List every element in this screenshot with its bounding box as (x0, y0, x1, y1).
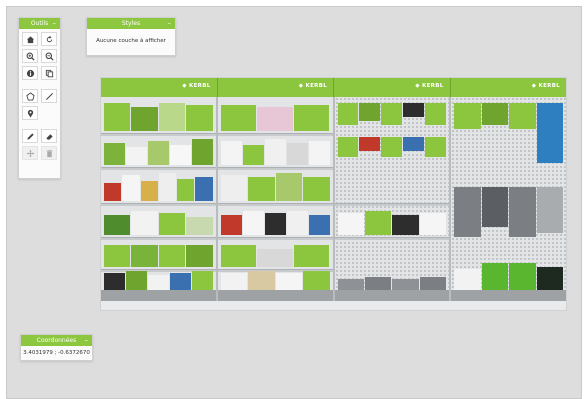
zoom-out-button[interactable] (41, 49, 57, 63)
pencil-button[interactable] (22, 129, 38, 143)
shelf-bay (334, 97, 452, 301)
shelf-bays (101, 97, 566, 301)
brand-logo: ◆ KERBL (182, 83, 211, 89)
refresh-button[interactable] (41, 32, 57, 46)
shelf-image: ◆ KERBL ◆ KERBL ◆ KERBL ◆ KERBL (100, 77, 567, 311)
polygon-icon (25, 91, 35, 101)
coordinates-panel-title: Coordonnées (36, 337, 77, 344)
coordinates-value: 3.4031979 ; -0.6372670 (23, 350, 90, 356)
home-button[interactable] (22, 32, 38, 46)
zoom-in-icon (26, 52, 35, 61)
eraser-icon (45, 133, 53, 140)
coordinates-panel: Coordonnées – 3.4031979 ; -0.6372670 (20, 334, 93, 361)
shelf-bay (451, 97, 566, 301)
styles-empty-message: Aucune couche à afficher (96, 38, 166, 44)
copy-icon (45, 69, 53, 77)
refresh-icon (46, 35, 52, 42)
collapse-coordinates-button[interactable]: – (85, 335, 89, 346)
marker-button[interactable] (22, 106, 38, 120)
polygon-button[interactable] (22, 89, 38, 103)
zoom-in-button[interactable] (22, 49, 38, 63)
brand-logo: ◆ KERBL (531, 83, 560, 89)
pencil-icon (26, 132, 34, 140)
collapse-styles-button[interactable]: – (168, 18, 172, 29)
move-button[interactable] (22, 146, 38, 160)
tools-panel: Outils – (18, 17, 61, 179)
trash-icon (46, 149, 52, 157)
coordinates-panel-header[interactable]: Coordonnées – (21, 335, 92, 346)
styles-panel: Styles – Aucune couche à afficher (86, 17, 176, 56)
line-button[interactable] (41, 89, 57, 103)
copy-button[interactable] (41, 66, 57, 80)
brand-logo: ◆ KERBL (298, 83, 327, 89)
zoom-out-icon (45, 52, 54, 61)
styles-panel-title: Styles (121, 20, 141, 27)
home-icon (26, 35, 34, 43)
styles-panel-header[interactable]: Styles – (87, 18, 175, 29)
line-icon (45, 92, 53, 100)
trash-button[interactable] (41, 146, 57, 160)
tools-panel-title: Outils (30, 20, 49, 27)
collapse-tools-button[interactable]: – (53, 18, 57, 29)
shelf-bay (101, 97, 218, 301)
eraser-button[interactable] (41, 129, 57, 143)
shelf-bay (217, 97, 335, 301)
brand-logo: ◆ KERBL (415, 83, 444, 89)
shelf-header: ◆ KERBL ◆ KERBL ◆ KERBL ◆ KERBL (101, 78, 566, 97)
move-icon (26, 149, 34, 157)
tools-panel-header[interactable]: Outils – (19, 18, 60, 29)
info-icon (26, 69, 34, 77)
marker-icon (27, 109, 33, 118)
info-button[interactable] (22, 66, 38, 80)
